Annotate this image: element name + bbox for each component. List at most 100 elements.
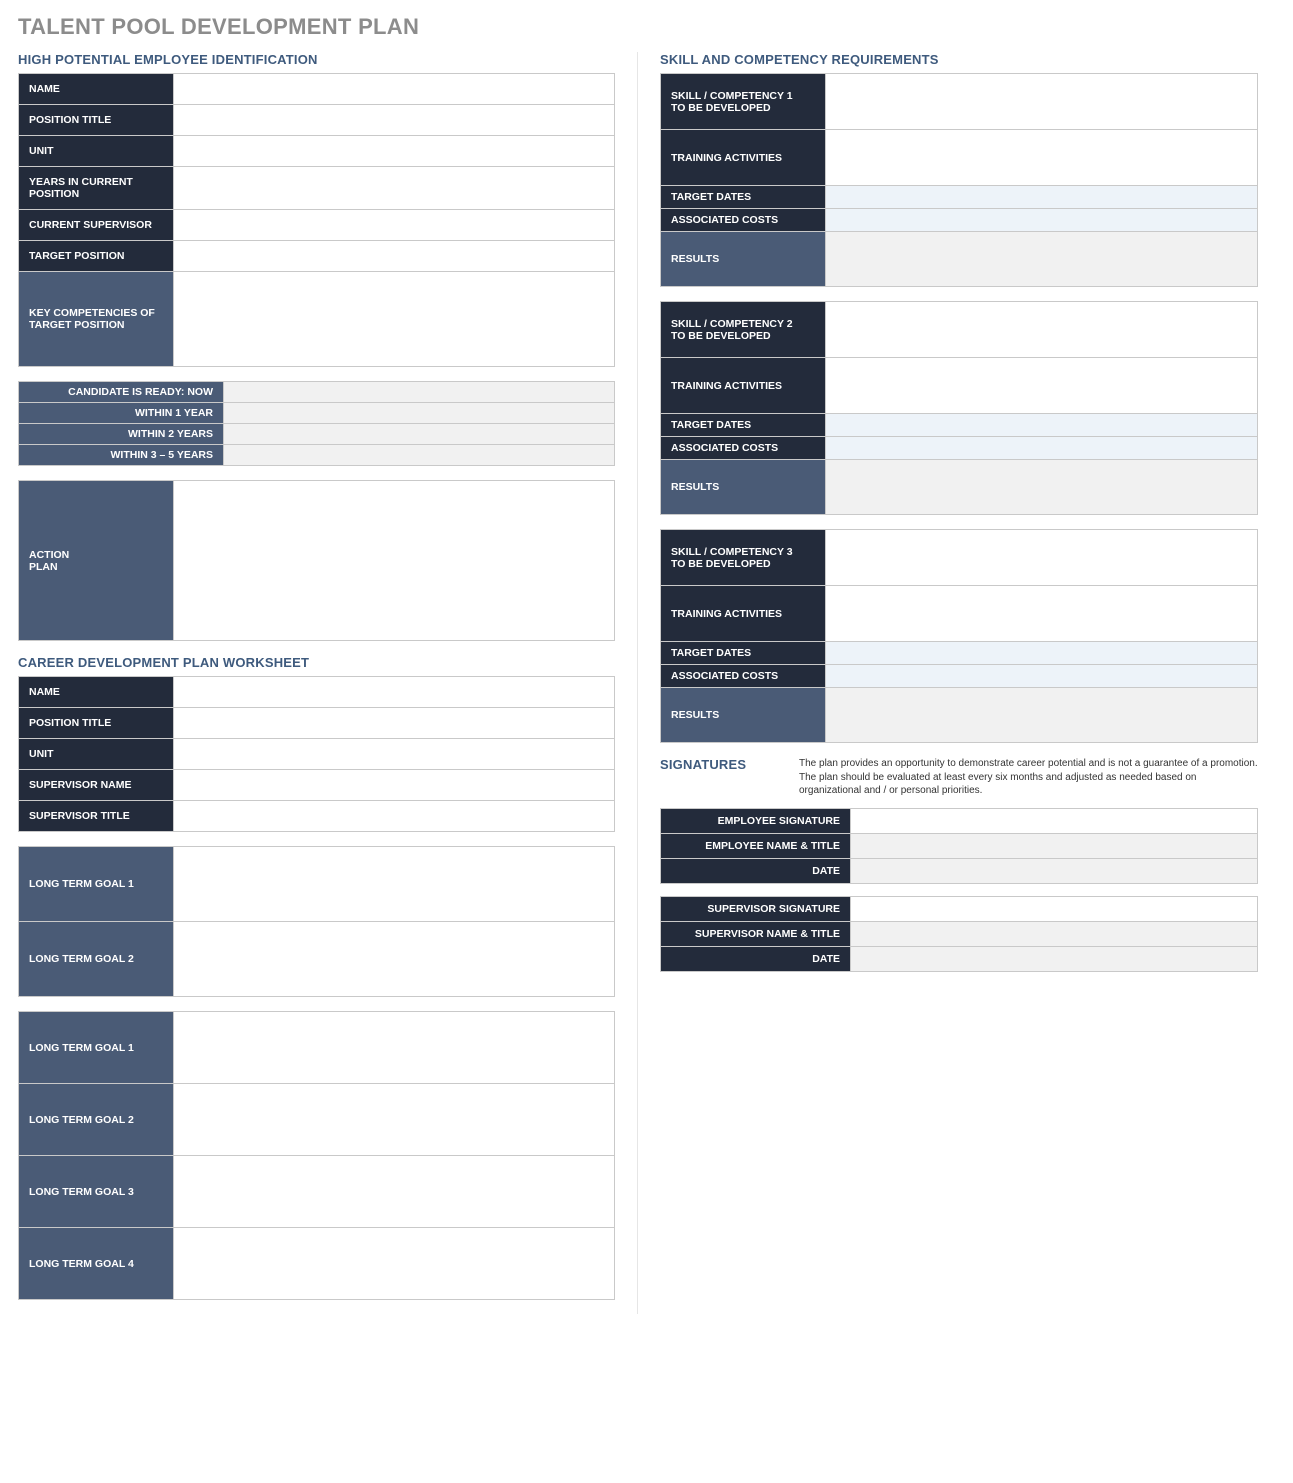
- comp1-results-input[interactable]: [826, 232, 1258, 287]
- emp-sig-input[interactable]: [851, 808, 1258, 833]
- hp-identification-table: NAME POSITION TITLE UNIT YEARS IN CURREN…: [18, 73, 615, 367]
- comp3-training-input[interactable]: [826, 586, 1258, 642]
- ltg-b2-label: LONG TERM GOAL 2: [19, 1084, 174, 1156]
- comp3-costs-label: ASSOCIATED COSTS: [661, 665, 826, 688]
- ltg-b2-input[interactable]: [174, 1084, 615, 1156]
- signatures-title: SIGNATURES: [660, 757, 785, 798]
- comp1-dates-input[interactable]: [826, 186, 1258, 209]
- ltg-b3-label: LONG TERM GOAL 3: [19, 1156, 174, 1228]
- ltg-a2-input[interactable]: [174, 922, 615, 997]
- cdp-supervisor-name-label: SUPERVISOR NAME: [19, 770, 174, 801]
- ltg-b3-input[interactable]: [174, 1156, 615, 1228]
- ltg-b1-input[interactable]: [174, 1012, 615, 1084]
- supervisor-signature-table: SUPERVISOR SIGNATURE SUPERVISOR NAME & T…: [660, 896, 1258, 972]
- cdp-name-label: NAME: [19, 677, 174, 708]
- comp3-results-label: RESULTS: [661, 688, 826, 743]
- emp-name-label: EMPLOYEE NAME & TITLE: [661, 833, 851, 858]
- readiness-2y-input[interactable]: [224, 424, 615, 445]
- hp-position-input[interactable]: [174, 105, 615, 136]
- ltg-b4-label: LONG TERM GOAL 4: [19, 1228, 174, 1300]
- action-plan-label: ACTION PLAN: [19, 481, 174, 641]
- cdp-unit-input[interactable]: [174, 739, 615, 770]
- comp2-title-label: SKILL / COMPETENCY 2TO BE DEVELOPED: [661, 302, 826, 358]
- hp-key-competencies-label: KEY COMPETENCIES OF TARGET POSITION: [19, 272, 174, 367]
- hp-name-input[interactable]: [174, 74, 615, 105]
- readiness-1y-input[interactable]: [224, 403, 615, 424]
- readiness-35y-input[interactable]: [224, 445, 615, 466]
- left-column: HIGH POTENTIAL EMPLOYEE IDENTIFICATION N…: [18, 52, 638, 1314]
- comp1-dates-label: TARGET DATES: [661, 186, 826, 209]
- comp2-training-input[interactable]: [826, 358, 1258, 414]
- hp-key-competencies-input[interactable]: [174, 272, 615, 367]
- comp1-title-label: SKILL / COMPETENCY 1TO BE DEVELOPED: [661, 74, 826, 130]
- cdp-supervisor-title-label: SUPERVISOR TITLE: [19, 801, 174, 832]
- cdp-position-label: POSITION TITLE: [19, 708, 174, 739]
- ltg-a2-label: LONG TERM GOAL 2: [19, 922, 174, 997]
- hp-section-title: HIGH POTENTIAL EMPLOYEE IDENTIFICATION: [18, 52, 615, 67]
- columns-container: HIGH POTENTIAL EMPLOYEE IDENTIFICATION N…: [18, 52, 1275, 1314]
- emp-sig-label: EMPLOYEE SIGNATURE: [661, 808, 851, 833]
- comp2-title-input[interactable]: [826, 302, 1258, 358]
- competency-3-table: SKILL / COMPETENCY 3TO BE DEVELOPED TRAI…: [660, 529, 1258, 743]
- hp-years-label: YEARS IN CURRENT POSITION: [19, 167, 174, 210]
- comp1-costs-label: ASSOCIATED COSTS: [661, 209, 826, 232]
- cdp-supervisor-title-input[interactable]: [174, 801, 615, 832]
- hp-target-position-label: TARGET POSITION: [19, 241, 174, 272]
- sup-date-input[interactable]: [851, 946, 1258, 971]
- cdp-position-input[interactable]: [174, 708, 615, 739]
- comp2-results-label: RESULTS: [661, 460, 826, 515]
- comp1-title-input[interactable]: [826, 74, 1258, 130]
- comp2-dates-input[interactable]: [826, 414, 1258, 437]
- action-plan-table: ACTION PLAN: [18, 480, 615, 641]
- comp2-costs-label: ASSOCIATED COSTS: [661, 437, 826, 460]
- employee-signature-table: EMPLOYEE SIGNATURE EMPLOYEE NAME & TITLE…: [660, 808, 1258, 884]
- emp-date-input[interactable]: [851, 858, 1258, 883]
- comp2-training-label: TRAINING ACTIVITIES: [661, 358, 826, 414]
- comp2-costs-input[interactable]: [826, 437, 1258, 460]
- readiness-table: CANDIDATE IS READY: NOW WITHIN 1 YEAR WI…: [18, 381, 615, 466]
- sup-date-label: DATE: [661, 946, 851, 971]
- hp-name-label: NAME: [19, 74, 174, 105]
- action-plan-input[interactable]: [174, 481, 615, 641]
- sup-sig-input[interactable]: [851, 896, 1258, 921]
- sup-name-input[interactable]: [851, 921, 1258, 946]
- cdp-unit-label: UNIT: [19, 739, 174, 770]
- comp2-dates-label: TARGET DATES: [661, 414, 826, 437]
- ltg-a1-input[interactable]: [174, 847, 615, 922]
- cdp-name-input[interactable]: [174, 677, 615, 708]
- ltg-table-b: LONG TERM GOAL 1 LONG TERM GOAL 2 LONG T…: [18, 1011, 615, 1300]
- emp-name-input[interactable]: [851, 833, 1258, 858]
- hp-target-position-input[interactable]: [174, 241, 615, 272]
- comp3-dates-input[interactable]: [826, 642, 1258, 665]
- hp-supervisor-label: CURRENT SUPERVISOR: [19, 210, 174, 241]
- hp-unit-input[interactable]: [174, 136, 615, 167]
- comp3-title-label: SKILL / COMPETENCY 3TO BE DEVELOPED: [661, 530, 826, 586]
- hp-position-label: POSITION TITLE: [19, 105, 174, 136]
- cdp-section-title: CAREER DEVELOPMENT PLAN WORKSHEET: [18, 655, 615, 670]
- comp1-training-label: TRAINING ACTIVITIES: [661, 130, 826, 186]
- competency-2-table: SKILL / COMPETENCY 2TO BE DEVELOPED TRAI…: [660, 301, 1258, 515]
- comp2-results-input[interactable]: [826, 460, 1258, 515]
- page-title: TALENT POOL DEVELOPMENT PLAN: [18, 14, 1275, 40]
- readiness-now-input[interactable]: [224, 382, 615, 403]
- hp-supervisor-input[interactable]: [174, 210, 615, 241]
- readiness-1y-label: WITHIN 1 YEAR: [19, 403, 224, 424]
- right-column: SKILL AND COMPETENCY REQUIREMENTS SKILL …: [638, 52, 1258, 1314]
- ltg-a1-label: LONG TERM GOAL 1: [19, 847, 174, 922]
- comp3-dates-label: TARGET DATES: [661, 642, 826, 665]
- hp-years-input[interactable]: [174, 167, 615, 210]
- comp1-costs-input[interactable]: [826, 209, 1258, 232]
- ltg-b1-label: LONG TERM GOAL 1: [19, 1012, 174, 1084]
- skill-section-title: SKILL AND COMPETENCY REQUIREMENTS: [660, 52, 1258, 67]
- signatures-note: The plan provides an opportunity to demo…: [799, 757, 1258, 798]
- readiness-2y-label: WITHIN 2 YEARS: [19, 424, 224, 445]
- comp3-title-input[interactable]: [826, 530, 1258, 586]
- signatures-header: SIGNATURES The plan provides an opportun…: [660, 757, 1258, 798]
- cdp-supervisor-name-input[interactable]: [174, 770, 615, 801]
- emp-date-label: DATE: [661, 858, 851, 883]
- comp3-costs-input[interactable]: [826, 665, 1258, 688]
- comp1-training-input[interactable]: [826, 130, 1258, 186]
- comp3-results-input[interactable]: [826, 688, 1258, 743]
- ltg-b4-input[interactable]: [174, 1228, 615, 1300]
- sup-name-label: SUPERVISOR NAME & TITLE: [661, 921, 851, 946]
